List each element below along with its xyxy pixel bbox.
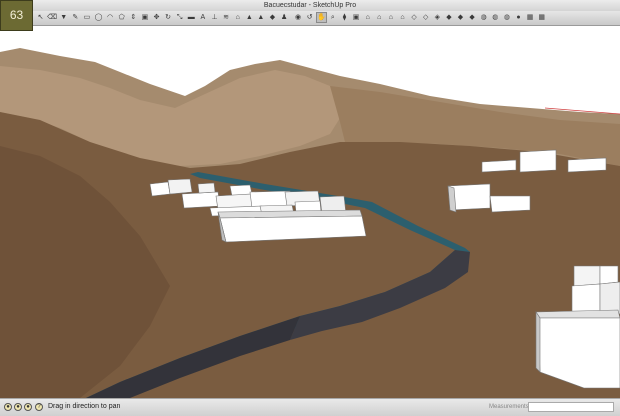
share-model-icon[interactable]: ◍ (491, 13, 500, 22)
sandbox-flip-edge-icon[interactable]: ◆ (268, 13, 277, 22)
rotate-icon[interactable]: ↻ (164, 13, 173, 22)
iso-view-icon[interactable]: ⧫ (340, 13, 349, 22)
pan-icon[interactable]: ✋ (315, 12, 327, 23)
scale-icon[interactable]: ⤡ (175, 13, 184, 22)
help-icon[interactable]: ? (35, 403, 43, 411)
circle-icon[interactable]: ◯ (94, 13, 103, 22)
paint-bucket-icon[interactable]: ▼ (59, 13, 68, 22)
slide-number-badge: 63 (0, 0, 33, 31)
sketchup-window: Bacuecstudar - SketchUp Pro ↖ ⌫ ▼ ✎ ▭ ◯ ◠ ⬠ ⇕ ▣ ✥ ↻… (0, 0, 620, 416)
polygon-icon[interactable]: ⬠ (117, 13, 126, 22)
user-icon[interactable]: ● (24, 403, 32, 411)
orbit-icon[interactable]: ↺ (305, 13, 314, 22)
walk-icon[interactable]: ♟ (280, 13, 289, 22)
model-viewport[interactable] (0, 26, 620, 398)
toolbar: ↖ ⌫ ▼ ✎ ▭ ◯ ◠ ⬠ ⇕ ▣ ✥ ↻ ⤡ ▬ A ⊥ ≋ ⌂ ▲ ▲ ◆ ♟ ◉ ↺ ✋ ⌕ ⧫ ▣ ⌂ ⌂ ⌂ ⌂ ◇ ◇ ◈ ◆ ◆ ◆ ◍ ◍… (0, 11, 620, 26)
offset-icon[interactable]: ▣ (140, 13, 149, 22)
right-view-icon[interactable]: ⌂ (375, 13, 384, 22)
pencil-icon[interactable]: ✎ (71, 13, 80, 22)
select-icon[interactable]: ↖ (36, 13, 45, 22)
left-view-icon[interactable]: ⌂ (398, 13, 407, 22)
status-message: Drag in direction to pan (48, 403, 121, 410)
back-view-icon[interactable]: ⌂ (386, 13, 395, 22)
front-view-icon[interactable]: ⌂ (363, 13, 372, 22)
measurements-label: Measurements (489, 404, 529, 410)
tape-measure-icon[interactable]: ▬ (187, 13, 196, 22)
hidden-line-style-icon[interactable]: ◈ (433, 13, 442, 22)
preview-google-earth-icon[interactable]: ● (514, 13, 523, 22)
rectangle-icon[interactable]: ▭ (82, 13, 91, 22)
eraser-icon[interactable]: ⌫ (47, 13, 57, 22)
window-title: Bacuecstudar - SketchUp Pro (263, 2, 357, 9)
shaded-style-icon[interactable]: ◆ (444, 13, 453, 22)
sandbox-drape-icon[interactable]: ▲ (245, 13, 254, 22)
title-bar: Bacuecstudar - SketchUp Pro (0, 0, 620, 11)
axes-icon[interactable]: ⊥ (210, 13, 219, 22)
get-models-icon[interactable]: ◍ (479, 13, 488, 22)
status-bar: ● ● ● ? Drag in direction to pan Measure… (0, 398, 620, 416)
extension-warehouse-icon[interactable]: ▦ (537, 13, 546, 22)
sandbox-stamp-icon[interactable]: ⌂ (233, 13, 242, 22)
xray-style-icon[interactable]: ◇ (410, 13, 419, 22)
arc-icon[interactable]: ◠ (106, 13, 115, 22)
sandbox-add-detail-icon[interactable]: ▲ (256, 13, 265, 22)
move-icon[interactable]: ✥ (152, 13, 161, 22)
top-view-icon[interactable]: ▣ (352, 13, 361, 22)
zoom-icon[interactable]: ⌕ (328, 13, 337, 22)
measurements-field[interactable] (528, 402, 614, 412)
wireframe-style-icon[interactable]: ◇ (421, 13, 430, 22)
push-pull-icon[interactable]: ⇕ (129, 13, 138, 22)
look-around-icon[interactable]: ◉ (294, 13, 303, 22)
geo-location-icon[interactable]: ● (4, 403, 12, 411)
textured-style-icon[interactable]: ◆ (456, 13, 465, 22)
credits-icon[interactable]: ● (14, 403, 22, 411)
monochrome-style-icon[interactable]: ◆ (468, 13, 477, 22)
share-component-icon[interactable]: ◍ (502, 13, 511, 22)
photo-textures-icon[interactable]: ▦ (526, 13, 535, 22)
terrain-scene[interactable] (0, 26, 620, 398)
sandbox-smoove-icon[interactable]: ≋ (222, 13, 231, 22)
text-icon[interactable]: A (198, 13, 207, 22)
